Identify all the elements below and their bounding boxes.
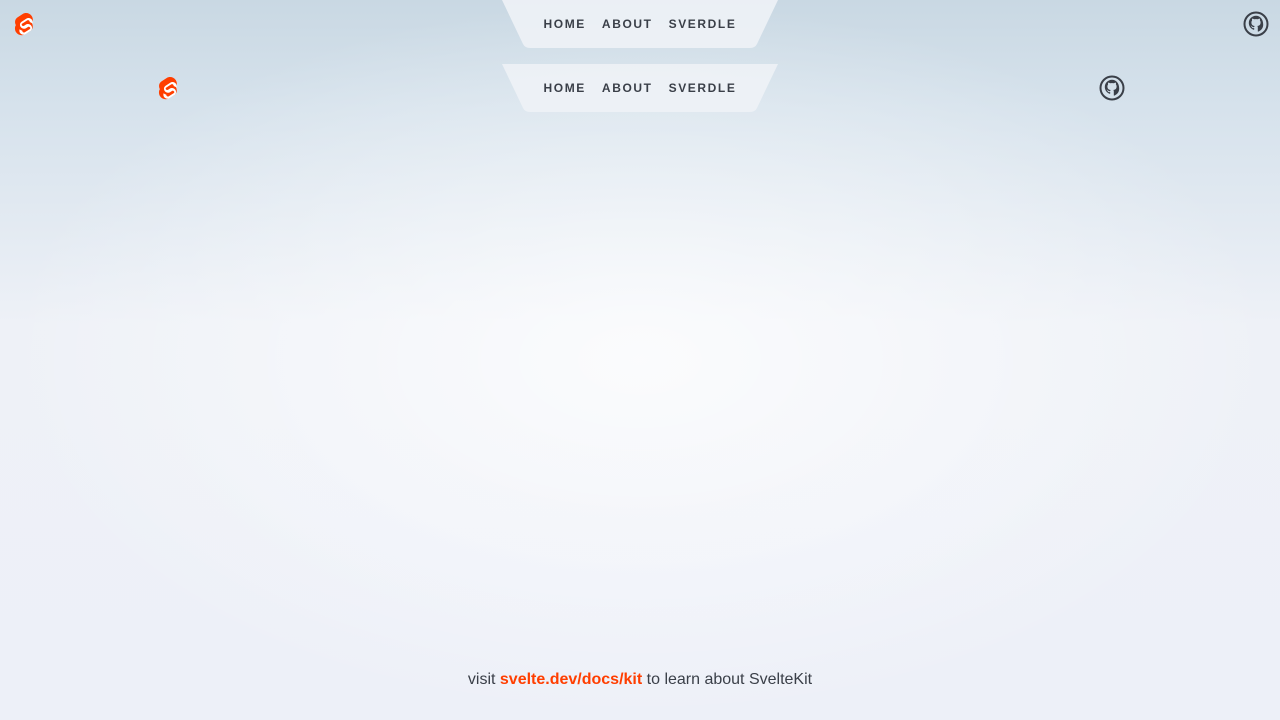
github-link[interactable] [1232,0,1280,48]
nav-link-sverdle[interactable]: Sverdle [661,0,745,48]
svelte-logo-link[interactable] [144,64,192,112]
inner-nav-list: Home About Sverdle [502,64,778,112]
github-link[interactable] [1088,64,1136,112]
svelte-logo-icon [158,77,177,100]
github-icon [1243,11,1269,37]
svelte-logo-link[interactable] [0,0,48,48]
top-nav: Home About Sverdle [502,0,778,48]
footer-docs-link[interactable]: svelte.dev/docs/kit [500,671,642,688]
footer-prefix: visit [467,671,500,688]
nav-link-about[interactable]: About [594,0,661,48]
footer-suffix: to learn about SvelteKit [642,671,813,688]
nav-link-home[interactable]: Home [536,64,594,112]
nav-link-sverdle[interactable]: Sverdle [661,64,745,112]
footer: visit svelte.dev/docs/kit to learn about… [0,668,1280,692]
top-nav-list: Home About Sverdle [502,0,778,48]
nav-link-home[interactable]: Home [536,0,594,48]
github-icon [1099,75,1125,101]
inner-header: Home About Sverdle [0,64,1280,112]
inner-nav: Home About Sverdle [502,64,778,112]
top-header: Home About Sverdle [0,0,1280,48]
nav-link-about[interactable]: About [594,64,661,112]
svelte-logo-icon [14,13,33,36]
